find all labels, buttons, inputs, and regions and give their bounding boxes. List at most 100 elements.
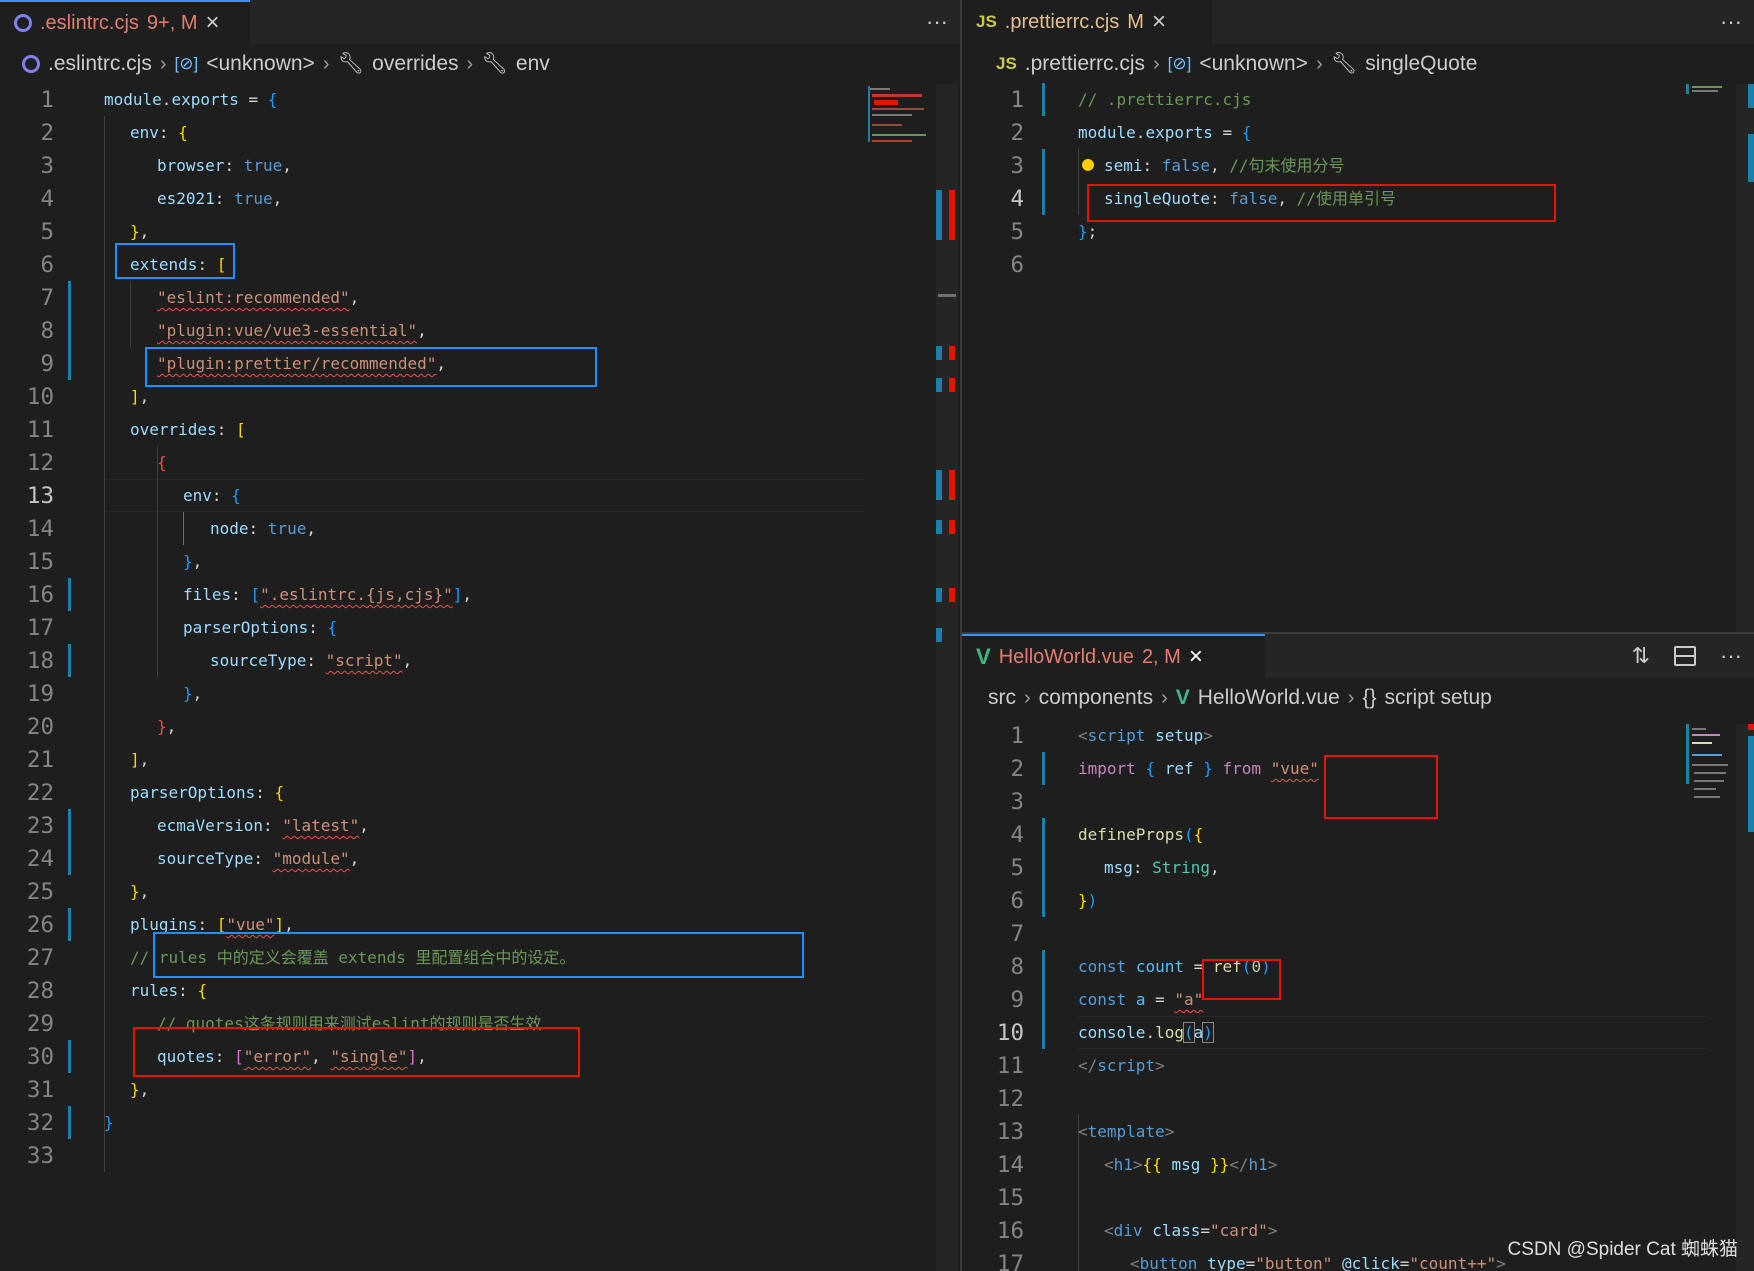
gutter-row: 6 [0,248,54,281]
breadcrumb: src › components › V HelloWorld.vue › {}… [988,682,1492,714]
line-number[interactable]: 13 [0,483,54,509]
code-editor[interactable]: 1 2 3 4 5 6 // .prettierrc.cjs module.exports… [962,83,1754,632]
line-number[interactable]: 16 [0,582,54,608]
breadcrumb-item-overrides[interactable]: overrides [372,52,458,76]
line-number[interactable]: 27 [0,945,54,971]
line-number[interactable]: 3 [962,153,1024,179]
breadcrumb-item-src[interactable]: src [988,686,1016,710]
line-number[interactable]: 4 [962,822,1024,848]
minimap[interactable] [1684,724,1732,814]
line-number[interactable]: 15 [962,1185,1024,1211]
code-line-15: }, [183,552,203,571]
line-number[interactable]: 25 [0,879,54,905]
line-number[interactable]: 5 [962,855,1024,881]
line-number[interactable]: 20 [0,714,54,740]
line-number[interactable]: 3 [0,153,54,179]
line-number[interactable]: 11 [0,417,54,443]
line-number[interactable]: 22 [0,780,54,806]
line-number[interactable]: 1 [0,87,54,113]
line-number[interactable]: 14 [0,516,54,542]
line-number[interactable]: 11 [962,1053,1024,1079]
close-icon[interactable]: × [1152,10,1166,34]
line-number[interactable]: 24 [0,846,54,872]
line-number[interactable]: 5 [962,219,1024,245]
line-number[interactable]: 3 [962,789,1024,815]
line-number[interactable]: 32 [0,1110,54,1136]
line-number[interactable]: 19 [0,681,54,707]
git-change-bar [68,1106,71,1139]
code-line-16: <div class="card"> [1104,1221,1278,1240]
line-number[interactable]: 16 [962,1218,1024,1244]
vertical-scrollbar[interactable] [1736,84,1754,632]
line-number[interactable]: 4 [0,186,54,212]
vertical-scrollbar[interactable] [936,84,958,1271]
gutter-row: 3 [0,149,54,182]
more-icon[interactable]: ··· [926,9,948,35]
more-icon[interactable]: ··· [1720,9,1742,35]
line-number[interactable]: 33 [0,1143,54,1169]
breadcrumb-item-env[interactable]: env [516,52,550,76]
vertical-scrollbar[interactable] [1736,724,1754,1271]
line-number[interactable]: 5 [0,219,54,245]
close-icon[interactable]: × [1189,645,1203,669]
code-editor[interactable]: 1 2 3 4 5 6 7 8 9 10 11 12 13 14 15 16 17 18 19 20 21 22 23 24 2… [0,83,960,1271]
line-number[interactable]: 7 [962,921,1024,947]
breadcrumb-item-singlequote[interactable]: singleQuote [1365,52,1477,76]
breadcrumb-item-file[interactable]: .eslintrc.cjs [48,52,152,76]
line-number[interactable]: 15 [0,549,54,575]
line-number[interactable]: 12 [962,1086,1024,1112]
tab-eslintrc[interactable]: .eslintrc.cjs 9+, M × [0,0,250,44]
line-number[interactable]: 7 [0,285,54,311]
git-change-bar [1042,83,1045,116]
tab-prettierrc[interactable]: JS .prettierrc.cjs M × [962,0,1212,44]
line-number[interactable]: 26 [0,912,54,938]
breadcrumb-item-script-setup[interactable]: script setup [1384,686,1491,710]
line-number[interactable]: 23 [0,813,54,839]
line-number[interactable]: 13 [962,1119,1024,1145]
line-number[interactable]: 8 [962,954,1024,980]
line-number[interactable]: 18 [0,648,54,674]
line-number[interactable]: 8 [0,318,54,344]
line-number[interactable]: 28 [0,978,54,1004]
line-number[interactable]: 12 [0,450,54,476]
line-number[interactable]: 9 [962,987,1024,1013]
line-number[interactable]: 17 [0,615,54,641]
code-line-11: overrides: [ [130,420,246,439]
line-number[interactable]: 29 [0,1011,54,1037]
line-number[interactable]: 17 [962,1251,1024,1271]
split-icon[interactable] [1674,646,1697,666]
more-icon[interactable]: ··· [1720,643,1742,669]
line-number[interactable]: 10 [0,384,54,410]
lightbulb-icon[interactable]: ● [1082,151,1094,175]
line-number[interactable]: 2 [0,120,54,146]
gutter-row: 7 [962,917,1024,950]
line-number[interactable]: 10 [962,1020,1024,1046]
line-number[interactable]: 4 [962,186,1024,212]
breadcrumb-item-file[interactable]: .prettierrc.cjs [1025,52,1145,76]
code-editor[interactable]: 1 2 3 4 5 6 7 8 9 10 11 12 13 14 15 16 17 <script setup>… [962,719,1754,1271]
line-number[interactable]: 30 [0,1044,54,1070]
line-number[interactable]: 31 [0,1077,54,1103]
breadcrumb: JS .prettierrc.cjs › [⊘] <unknown> › 🔧︎ … [996,48,1477,80]
line-number[interactable]: 1 [962,87,1024,113]
breadcrumb-item-unknown[interactable]: <unknown> [206,52,315,76]
code-line-11: </script> [1078,1056,1165,1075]
minimap[interactable] [1684,84,1728,96]
line-number[interactable]: 6 [962,888,1024,914]
line-number[interactable]: 2 [962,756,1024,782]
line-number[interactable]: 9 [0,351,54,377]
breadcrumb-item-file[interactable]: HelloWorld.vue [1198,686,1340,710]
close-icon[interactable]: × [205,11,219,35]
breadcrumb-item-unknown[interactable]: <unknown> [1199,52,1308,76]
line-number[interactable]: 6 [962,252,1024,278]
line-number[interactable]: 2 [962,120,1024,146]
tab-helloworld[interactable]: V HelloWorld.vue 2, M × [962,634,1265,678]
compare-icon[interactable]: ⇅ [1632,643,1650,669]
line-number[interactable]: 14 [962,1152,1024,1178]
line-number[interactable]: 1 [962,723,1024,749]
gutter-row: 1 [962,719,1024,752]
line-number[interactable]: 6 [0,252,54,278]
line-number[interactable]: 21 [0,747,54,773]
minimap[interactable] [864,84,936,154]
breadcrumb-item-components[interactable]: components [1039,686,1153,710]
